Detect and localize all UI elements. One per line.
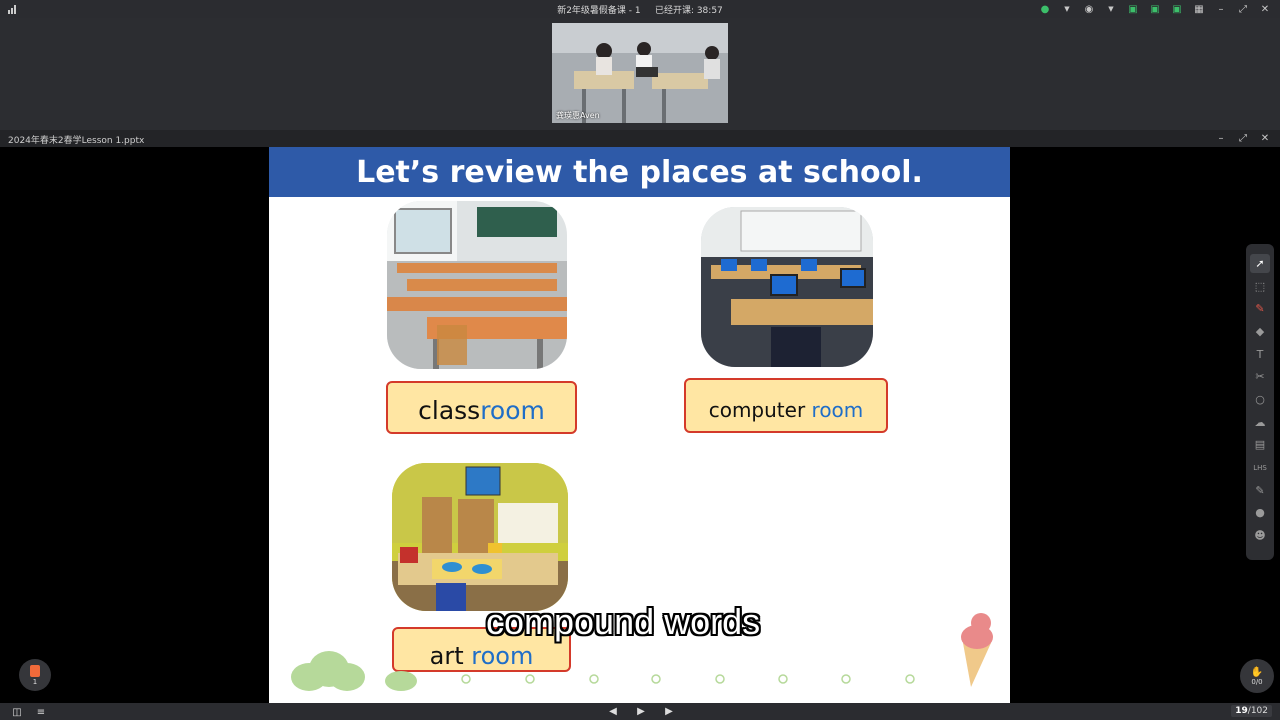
document-bar: 2024年春末2春学Lesson 1.pptx – ⤢ ✕ <box>0 130 1280 147</box>
members-icon[interactable]: ▣ <box>1170 2 1184 16</box>
area-select-icon[interactable]: ⬚ <box>1250 277 1270 296</box>
bottom-bar: ◫ ≡ ◀ ▶ ▶ 19/102 <box>0 703 1280 720</box>
label-suffix: room <box>480 396 545 425</box>
slide-thumbnail-button[interactable]: 1 <box>19 659 51 691</box>
sidebar-toggle-icon[interactable]: ◫ <box>10 705 24 719</box>
classroom-video-frame <box>552 23 728 123</box>
next-slide-icon[interactable]: ▶ <box>662 704 676 718</box>
subtitle-caption: compound words <box>486 601 761 642</box>
current-page: 19 <box>1235 706 1248 716</box>
video-strip: 龚瑛惠Aven <box>0 18 1280 130</box>
total-pages: /102 <box>1247 706 1268 716</box>
share-screen-icon[interactable]: ▣ <box>1126 2 1140 16</box>
pen-icon[interactable]: ✎ <box>1250 299 1270 318</box>
computer-room-image <box>701 207 873 367</box>
art-room-image <box>392 463 568 611</box>
fullscreen-icon[interactable]: ⤢ <box>1236 131 1250 145</box>
camera-icon[interactable]: ◉ <box>1082 2 1096 16</box>
cloud-icon[interactable]: ☁ <box>1250 413 1270 432</box>
participant-name: 龚瑛惠Aven <box>556 111 600 120</box>
layout-grid-icon[interactable]: ▦ <box>1192 2 1206 16</box>
classroom-label: classroom <box>386 381 577 434</box>
ppt-icon <box>30 664 40 677</box>
label-prefix: computer <box>708 398 812 422</box>
toolbox-icon[interactable]: ▤ <box>1250 436 1270 455</box>
dotted-path-decoration <box>461 674 915 684</box>
computer-room-label: computer room <box>684 378 888 433</box>
close-icon[interactable]: ✕ <box>1258 2 1272 16</box>
eraser-icon[interactable]: ◆ <box>1250 322 1270 341</box>
microphone-icon[interactable]: ● <box>1038 2 1052 16</box>
label-prefix: art <box>429 642 472 670</box>
chevron-down-icon[interactable]: ▼ <box>1104 2 1118 16</box>
note-icon[interactable]: ✎ <box>1250 481 1270 500</box>
ice-cream-decoration <box>961 613 993 687</box>
raise-hand-count: 0/0 <box>1251 677 1263 686</box>
minimize-icon[interactable]: – <box>1214 2 1228 16</box>
menu-icon[interactable]: ≡ <box>34 705 48 719</box>
scissors-icon[interactable]: ✂ <box>1250 367 1270 386</box>
previous-slide-icon[interactable]: ◀ <box>606 704 620 718</box>
label-suffix: room <box>471 642 534 670</box>
fullscreen-icon[interactable]: ⤢ <box>1236 2 1250 16</box>
class-name: 新2年级暑假备课 - 1 <box>557 6 641 16</box>
elapsed-time: 已经开课: 38:57 <box>654 6 723 16</box>
hand-icon: ✋ <box>1250 666 1264 678</box>
record-icon[interactable]: ▣ <box>1148 2 1162 16</box>
window-title-bar: 新2年级暑假备课 - 1 已经开课: 38:57 ● ▼ ◉ ▼ ▣ ▣ ▣ ▦… <box>0 0 1280 18</box>
play-icon[interactable]: ▶ <box>634 704 648 718</box>
label-prefix: class <box>418 396 481 425</box>
chevron-down-icon[interactable]: ▼ <box>1060 2 1074 16</box>
participant-video[interactable]: 龚瑛惠Aven <box>552 23 728 123</box>
thumbnail-count: 1 <box>32 677 38 686</box>
annotation-toolbar: ➚ ⬚ ✎ ◆ T ✂ ○ ☁ ▤ LHS ✎ ● ☻ <box>1246 244 1274 560</box>
students-icon[interactable]: ☻ <box>1250 526 1270 545</box>
ruler-icon[interactable]: LHS <box>1250 458 1270 477</box>
slide-title: Let’s review the places at school. <box>269 147 1010 197</box>
shape-icon[interactable]: ○ <box>1250 390 1270 409</box>
close-icon[interactable]: ✕ <box>1258 131 1272 145</box>
chat-icon[interactable]: ● <box>1250 504 1270 523</box>
text-icon[interactable]: T <box>1250 345 1270 364</box>
bush-decoration <box>291 651 417 691</box>
minimize-icon[interactable]: – <box>1214 131 1228 145</box>
document-filename: 2024年春末2春学Lesson 1.pptx <box>8 136 145 146</box>
classroom-image <box>387 201 567 369</box>
select-icon[interactable]: ➚ <box>1250 254 1270 273</box>
page-counter[interactable]: 19/102 <box>1231 705 1272 717</box>
label-suffix: room <box>811 398 864 422</box>
raise-hand-button[interactable]: ✋ 0/0 <box>1240 659 1274 693</box>
